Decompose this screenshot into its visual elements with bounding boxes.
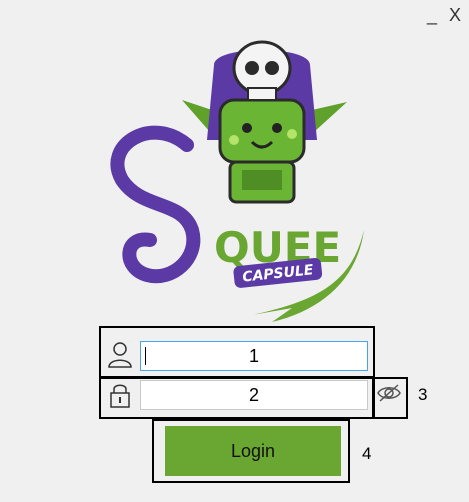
text-caret [145, 347, 146, 365]
goblin-belly-shape [242, 170, 282, 190]
skull-jaw-shape [247, 87, 277, 101]
window-controls: _ X [427, 6, 461, 24]
right-cheek-shape [287, 129, 297, 139]
left-cheek-shape [229, 135, 239, 145]
password-value: 2 [248, 385, 259, 405]
skull-left-eye-shape [245, 61, 259, 75]
login-button[interactable]: Login [165, 426, 341, 476]
minimize-button[interactable]: _ [427, 6, 437, 24]
skull-right-eye-shape [265, 61, 279, 75]
user-icon [108, 342, 132, 368]
skull-shape [232, 40, 292, 96]
visibility-callout-number: 3 [418, 385, 428, 404]
left-ear-shape [182, 100, 212, 132]
username-value: 1 [248, 346, 259, 366]
login-callout-number: 4 [362, 444, 372, 463]
lock-icon [110, 384, 130, 408]
right-eye-shape [272, 123, 282, 133]
username-field[interactable]: 1 [140, 341, 368, 371]
login-label: Login [230, 440, 276, 461]
swirl-s-shape [110, 125, 201, 284]
squee-capsule-logo: QUEE CAPSULE [110, 40, 364, 322]
password-field[interactable]: 2 [140, 380, 368, 410]
close-button[interactable]: X [449, 6, 461, 24]
eye-slash-icon[interactable] [376, 383, 402, 403]
left-eye-shape [242, 123, 252, 133]
right-ear-shape [312, 102, 347, 132]
